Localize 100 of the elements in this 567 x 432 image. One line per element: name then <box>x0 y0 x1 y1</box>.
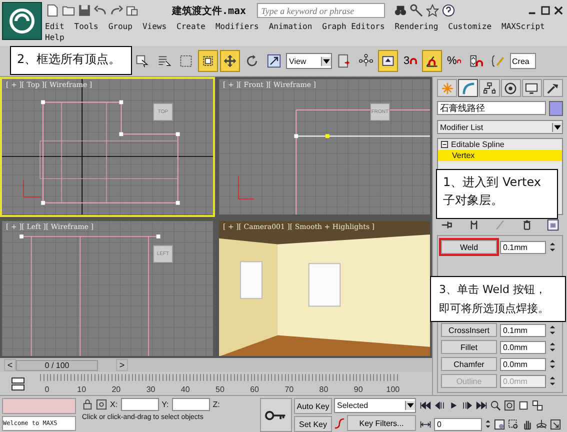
value-field[interactable]: 0.0mm <box>500 358 546 370</box>
key-icon <box>265 410 287 420</box>
curve-editor-icon[interactable] <box>10 376 26 392</box>
keyboard-toggle-button[interactable] <box>378 50 398 72</box>
operation-button[interactable]: Fillet <box>441 340 497 354</box>
menu-item[interactable]: Modifiers <box>215 21 259 32</box>
key-set-dropdown[interactable]: Selected <box>334 398 416 413</box>
redo-icon[interactable] <box>110 4 123 17</box>
y-coordinate-field[interactable] <box>172 398 210 411</box>
key-filters-button[interactable]: Key Filters... <box>347 415 416 431</box>
previous-frame-icon[interactable] <box>434 400 445 410</box>
go-to-start-icon[interactable] <box>420 400 431 410</box>
next-frame-icon[interactable] <box>462 400 473 410</box>
menu-item[interactable]: Views <box>142 21 167 32</box>
y-label: Y: <box>162 400 169 409</box>
auto-key-button[interactable]: Auto Key <box>294 398 332 414</box>
time-config-icon[interactable] <box>494 418 505 430</box>
configure-sets-icon[interactable] <box>547 219 559 231</box>
key-mode-button[interactable] <box>260 398 292 432</box>
menu-item[interactable]: Edit <box>45 21 64 32</box>
menu-item[interactable]: Group <box>108 21 132 32</box>
play-icon[interactable] <box>448 400 459 410</box>
spinner-icon[interactable] <box>549 341 556 353</box>
go-to-end-icon[interactable] <box>476 400 487 410</box>
utilities-tab[interactable] <box>542 79 564 97</box>
lock-icon[interactable] <box>82 399 93 410</box>
absolute-mode-icon[interactable] <box>96 399 107 410</box>
help-icon[interactable] <box>442 4 456 17</box>
zoom-extents-icon[interactable] <box>518 400 529 410</box>
object-color-swatch[interactable] <box>549 101 563 116</box>
orbit-icon[interactable] <box>536 418 547 430</box>
key-icon[interactable] <box>410 4 424 17</box>
search-field[interactable]: Type a keyword or phrase <box>257 3 386 18</box>
operation-button[interactable]: Weld <box>441 240 497 254</box>
selection-set-field[interactable]: Crea <box>510 53 536 69</box>
value-field[interactable]: 0.1mm <box>500 324 546 336</box>
undo-icon[interactable] <box>94 4 107 17</box>
x-coordinate-field[interactable] <box>120 398 159 411</box>
value-field[interactable]: 0.0mm <box>500 340 546 354</box>
menu-item[interactable]: Animation <box>268 21 312 32</box>
tangent-curve-icon[interactable] <box>334 418 345 428</box>
menu-item[interactable]: Help <box>45 32 64 43</box>
menu-item[interactable]: Customize <box>448 21 492 32</box>
sub-object-item[interactable]: Vertex <box>438 150 562 162</box>
timeline-track[interactable]: 0 10 20 30 40 50 60 70 80 90 100 <box>40 374 400 394</box>
menu-item[interactable]: Graph Editors <box>322 21 385 32</box>
spinner-icon[interactable] <box>485 418 491 430</box>
display-tab[interactable] <box>522 79 542 97</box>
new-file-icon[interactable] <box>46 4 59 17</box>
modifier-stack-item[interactable]: Editable Spline <box>438 139 562 150</box>
listener-output-field[interactable] <box>2 398 76 414</box>
star-icon[interactable] <box>426 4 440 17</box>
spinner-icon[interactable] <box>549 324 556 336</box>
object-name-field[interactable]: 石膏线路径 <box>437 101 546 115</box>
coordinate-dropdown[interactable]: View <box>286 53 332 69</box>
next-frame-button[interactable]: > <box>116 359 128 371</box>
value-field[interactable]: 0.1mm <box>500 240 546 254</box>
operation-button[interactable]: CrossInsert <box>441 323 497 337</box>
operation-button[interactable]: Chamfer <box>441 357 497 371</box>
save-icon[interactable] <box>78 4 91 17</box>
spinner-icon[interactable] <box>549 375 556 387</box>
spinner-icon[interactable] <box>549 358 556 370</box>
motion-tab[interactable] <box>500 79 521 97</box>
remove-modifier-icon[interactable] <box>520 219 532 231</box>
collapse-icon[interactable] <box>441 141 448 148</box>
modifier-list-dropdown[interactable]: Modifier List <box>437 120 563 134</box>
key-mode-toggle-icon[interactable] <box>420 418 431 430</box>
previous-frame-button[interactable]: < <box>4 359 16 371</box>
zoom-extents-all-icon[interactable] <box>532 400 543 410</box>
move-button[interactable] <box>220 50 240 72</box>
project-folder-icon[interactable] <box>126 4 139 17</box>
set-key-button[interactable]: Set Key <box>294 416 332 432</box>
spinner-icon[interactable] <box>549 241 556 253</box>
app-logo-icon[interactable] <box>2 2 42 40</box>
menu-item[interactable]: Create <box>176 21 206 32</box>
snap-button[interactable]: 3 <box>400 50 420 72</box>
dashed-square-icon <box>179 53 193 69</box>
percent-snap-button[interactable]: % <box>444 50 464 72</box>
frame-number: 0 <box>44 384 50 394</box>
menu-item[interactable]: Rendering <box>394 21 438 32</box>
open-folder-icon[interactable] <box>62 4 75 17</box>
maximize-viewport-icon[interactable] <box>550 418 561 430</box>
list-cursor-icon <box>157 53 171 69</box>
pan-hand-icon[interactable] <box>522 418 533 430</box>
menu-item[interactable]: MAXScript <box>502 21 545 32</box>
zoom-all-icon[interactable] <box>504 400 515 410</box>
pin-stack-icon[interactable] <box>441 219 453 231</box>
close-icon[interactable] <box>554 6 563 15</box>
time-slider[interactable]: 0 / 100 <box>16 360 98 370</box>
hierarchy-tab[interactable] <box>479 79 500 97</box>
maximize-icon[interactable] <box>541 6 550 15</box>
menu-item[interactable]: Tools <box>74 21 98 32</box>
region-zoom-icon[interactable] <box>508 418 519 430</box>
angle-snap-button[interactable] <box>422 50 442 72</box>
current-frame-field[interactable]: 0 <box>434 418 482 430</box>
window-crossing-button[interactable] <box>198 50 218 72</box>
zoom-icon[interactable] <box>490 400 501 410</box>
modify-tab[interactable] <box>458 79 478 97</box>
binoculars-icon[interactable] <box>394 4 408 17</box>
frame-number: 80 <box>318 384 330 394</box>
